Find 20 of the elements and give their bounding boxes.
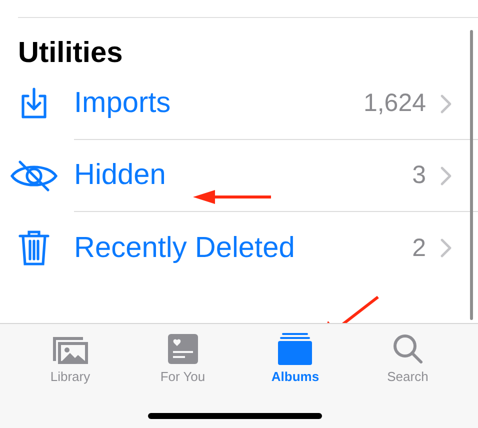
heart-card-icon [166,333,199,365]
eye-slash-icon [10,160,58,192]
chevron-icon [440,238,452,258]
item-count: 2 [412,234,426,262]
item-count: 3 [412,161,426,190]
trash-icon [18,229,50,267]
tab[interactable]: Library [14,324,126,386]
chevron-icon [440,166,452,186]
item-count: 1,624 [363,89,426,118]
section-title: Utilities [17,36,124,68]
album-title[interactable]: Imports [74,87,364,120]
album-title[interactable]: Recently Deleted [74,232,412,264]
tab[interactable]: Albums [239,324,352,386]
tab[interactable]: For You [126,324,239,386]
album-title[interactable]: Hidden [74,159,412,192]
albums-icon [277,333,314,365]
search-icon [392,333,424,365]
chevron-icon [440,94,452,114]
download-icon [19,87,49,121]
tab[interactable]: Search [352,324,464,386]
